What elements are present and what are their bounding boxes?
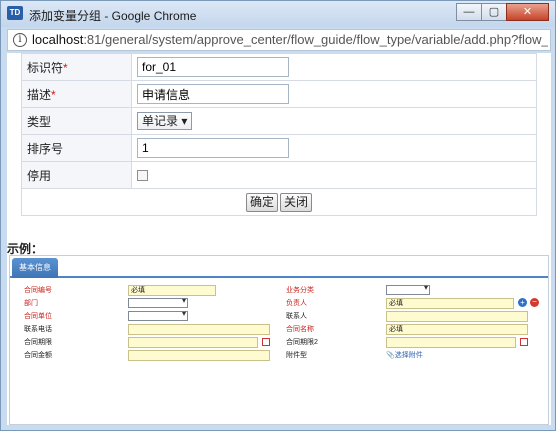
disable-label: 停用	[21, 161, 132, 189]
browser-window: TD 添加变量分组 - Google Chrome — ▢ ✕ i localh…	[0, 0, 556, 431]
page-viewport: 标识符* 描述* 类型 单记录 ▾ 排序号 停用 确定关闭	[7, 53, 551, 425]
type-label: 类型	[21, 107, 132, 135]
required-mark: *	[63, 60, 68, 75]
disable-row: 停用	[21, 161, 537, 189]
order-field-cell	[131, 134, 537, 162]
description-field-cell	[131, 80, 537, 108]
variable-group-form: 标识符* 描述* 类型 单记录 ▾ 排序号 停用 确定关闭	[21, 53, 537, 216]
contract-unit-label: 合同单位	[24, 313, 52, 320]
app-logo-icon: TD	[7, 6, 23, 20]
example-row: 合同期限 合同期限2	[22, 336, 544, 349]
contract-unit-select[interactable]	[128, 309, 188, 321]
attachment-label: 附件型	[286, 352, 307, 359]
window-controls: — ▢ ✕	[456, 3, 549, 21]
example-row: 部门 负责人 必填 + −	[22, 296, 544, 310]
period-field[interactable]	[128, 337, 258, 348]
button-row: 确定 关闭	[21, 188, 537, 216]
button-cell: 确定 关闭	[21, 188, 537, 216]
disable-checkbox[interactable]	[137, 170, 148, 182]
close-button[interactable]: 关闭	[280, 192, 313, 212]
order-row: 排序号	[21, 134, 537, 162]
example-row: 合同单位 联系人	[22, 309, 544, 323]
contract-no-label: 合同编号	[24, 287, 52, 294]
type-row: 类型 单记录 ▾	[21, 107, 537, 135]
remove-icon[interactable]: −	[530, 298, 539, 307]
title-bar: TD 添加变量分组 - Google Chrome — ▢ ✕	[1, 1, 555, 27]
disable-field-cell	[131, 161, 537, 189]
tab-basic-info[interactable]: 基本信息	[12, 258, 58, 278]
identifier-label: 标识符	[27, 60, 64, 75]
example-row: 联系电话 合同名称 必填	[22, 323, 544, 336]
attachment-icon: 📎	[386, 352, 395, 359]
description-label: 描述	[27, 87, 52, 102]
amount-label: 合同金额	[24, 352, 52, 359]
calendar-icon[interactable]	[520, 338, 528, 346]
example-preview: 基本信息 合同编号 必填 业务分类 部门 负责人 必填 + −	[9, 255, 549, 425]
order-input[interactable]	[137, 138, 289, 158]
contract-name-label: 合同名称	[286, 326, 314, 333]
period-label: 合同期限	[24, 339, 52, 346]
example-form-grid: 合同编号 必填 业务分类 部门 负责人 必填 + − 合同单位 联系人	[22, 283, 544, 362]
confirm-button[interactable]: 确定	[245, 192, 278, 212]
url-path: :81/general/system/approve_center/flow_g…	[83, 32, 548, 47]
url-host: localhost	[32, 32, 84, 47]
owner-label: 负责人	[286, 300, 307, 307]
url-text[interactable]: localhost:81/general/system/approve_cent…	[32, 32, 548, 47]
period2-field[interactable]	[386, 337, 516, 348]
amount-field[interactable]	[128, 350, 270, 361]
example-tab-strip: 基本信息	[10, 256, 548, 278]
identifier-field-cell	[131, 53, 537, 81]
description-input[interactable]	[137, 84, 289, 104]
calendar-icon[interactable]	[262, 338, 270, 346]
business-type-label: 业务分类	[286, 287, 314, 294]
identifier-row: 标识符*	[21, 53, 537, 81]
description-row: 描述*	[21, 80, 537, 108]
contract-no-field[interactable]: 必填	[128, 285, 216, 296]
phone-field[interactable]	[128, 324, 270, 335]
close-window-button[interactable]: ✕	[506, 3, 549, 21]
contact-label: 联系人	[286, 313, 307, 320]
contact-field[interactable]	[386, 311, 528, 322]
example-row: 合同编号 必填 业务分类	[22, 283, 544, 297]
required-mark: *	[51, 87, 56, 102]
minimize-button[interactable]: —	[456, 3, 482, 21]
identifier-input[interactable]	[137, 57, 289, 77]
maximize-button[interactable]: ▢	[481, 3, 507, 21]
owner-field[interactable]: 必填	[386, 298, 514, 309]
address-bar[interactable]: i localhost:81/general/system/approve_ce…	[7, 29, 551, 51]
dept-select[interactable]	[128, 296, 188, 308]
select-attachment-text: 选择附件	[394, 352, 423, 359]
add-icon[interactable]: +	[518, 298, 527, 307]
identifier-label-cell: 标识符*	[21, 53, 132, 81]
type-select[interactable]: 单记录 ▾	[137, 112, 193, 130]
window-title: 添加变量分组 - Google Chrome	[29, 9, 197, 23]
contract-name-field[interactable]: 必填	[386, 324, 528, 335]
phone-label: 联系电话	[24, 326, 52, 333]
example-row: 合同金额 附件型 📎选择附件	[22, 349, 544, 362]
order-label: 排序号	[21, 134, 132, 162]
business-type-select[interactable]	[386, 283, 430, 295]
info-icon[interactable]: i	[13, 33, 27, 47]
period2-label: 合同期限2	[286, 339, 318, 346]
dept-label: 部门	[24, 300, 38, 307]
description-label-cell: 描述*	[21, 80, 132, 108]
type-field-cell: 单记录 ▾	[131, 107, 537, 135]
select-attachment-link[interactable]: 📎选择附件	[386, 349, 423, 362]
